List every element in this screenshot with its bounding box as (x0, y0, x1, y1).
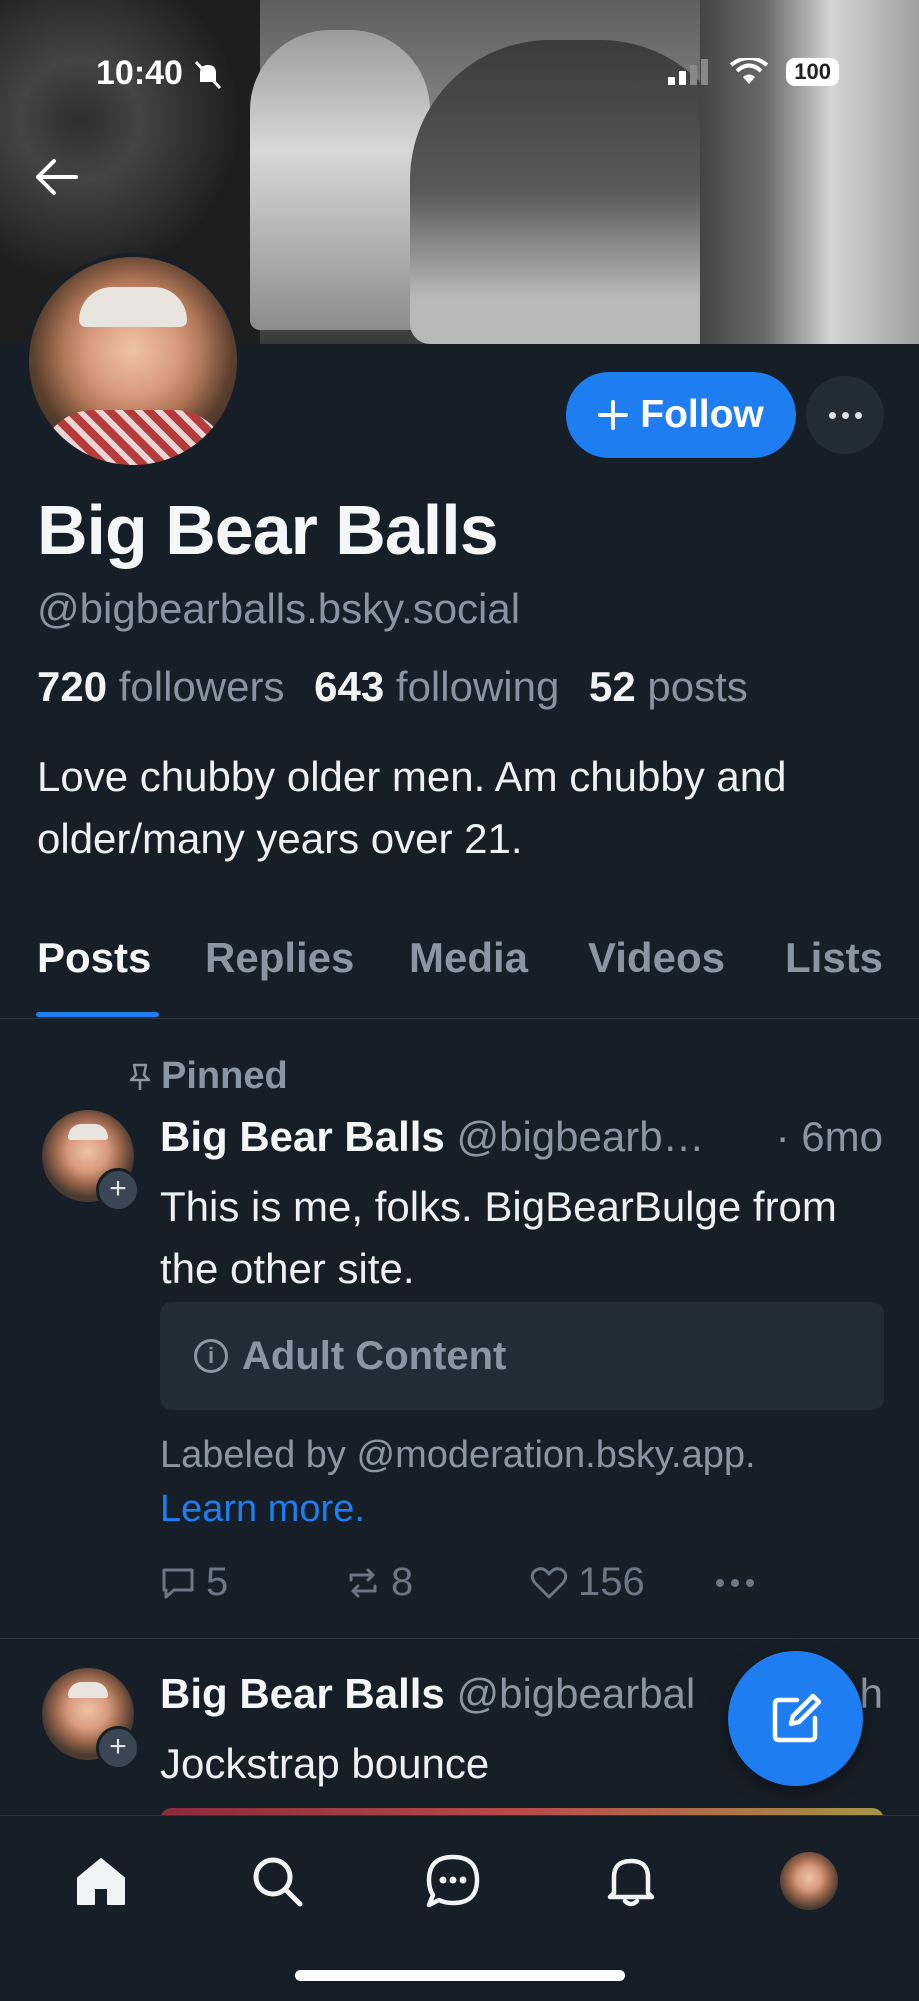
ellipsis-icon (716, 1578, 754, 1587)
content-warning-label: Adult Content (242, 1333, 507, 1378)
home-indicator[interactable] (295, 1970, 625, 1981)
ellipsis-icon (828, 411, 836, 419)
reply-button[interactable]: 5 (160, 1560, 345, 1605)
profile-stats: 720 followers 643 following 52 posts (37, 663, 748, 711)
post-timestamp[interactable]: · 6mo (776, 1113, 883, 1161)
plus-icon (598, 400, 629, 430)
repost-button[interactable]: 8 (345, 1560, 530, 1605)
follow-plus-badge[interactable]: + (96, 1726, 140, 1770)
profile-avatar (780, 1852, 838, 1910)
arrow-left-icon[interactable] (30, 150, 84, 204)
speech-bubble-icon (162, 1568, 194, 1598)
post-more-button[interactable] (715, 1578, 755, 1588)
status-time: 10:40 (96, 54, 224, 93)
tab-replies[interactable]: Replies (205, 934, 354, 982)
heart-icon (530, 1566, 568, 1598)
banner-person-right (700, 0, 919, 344)
profile-bio: Love chubby older men. Am chubby and old… (37, 753, 787, 862)
nav-profile[interactable] (774, 1846, 844, 1916)
post-header: Big Bear Balls @bigbearbal (160, 1670, 695, 1718)
profile-handle: @bigbearballs.bsky.social (37, 585, 521, 632)
tab-videos[interactable]: Videos (588, 934, 725, 982)
active-tab-indicator (36, 1012, 159, 1017)
compose-icon (772, 1693, 821, 1742)
banner-person-left (250, 30, 430, 330)
profile-avatar[interactable] (25, 253, 241, 469)
silent-bell-icon (195, 60, 222, 90)
nav-notifications[interactable] (596, 1846, 666, 1916)
battery-indicator: 100 (786, 58, 839, 86)
post-timestamp[interactable]: h (860, 1670, 883, 1718)
home-icon (77, 1858, 125, 1905)
like-button[interactable]: 156 (530, 1560, 715, 1605)
content-warning-button[interactable]: i Adult Content (160, 1302, 884, 1410)
chat-icon (426, 1854, 480, 1908)
post-actions: 5 8 156 (160, 1560, 755, 1605)
tab-posts[interactable]: Posts (37, 934, 151, 982)
post-author-name[interactable]: Big Bear Balls (160, 1113, 445, 1160)
learn-more-link[interactable]: Learn more. (160, 1488, 365, 1530)
nav-search[interactable] (242, 1846, 312, 1916)
more-options-button[interactable] (806, 376, 884, 454)
tab-media[interactable]: Media (409, 934, 528, 982)
nav-home[interactable] (66, 1846, 136, 1916)
info-icon: i (194, 1339, 228, 1373)
tab-lists[interactable]: Lists (785, 934, 883, 982)
compose-button[interactable] (728, 1651, 863, 1786)
following-link[interactable]: 643 following (314, 663, 559, 710)
post-author-handle[interactable]: @bigbearb… (456, 1113, 704, 1160)
pin-icon (129, 1063, 151, 1090)
follow-plus-badge[interactable]: + (96, 1168, 140, 1212)
post-header: Big Bear Balls @bigbearb… (160, 1113, 705, 1161)
nav-chat[interactable] (418, 1846, 488, 1916)
posts-count: 52 posts (589, 663, 748, 710)
avatar-shirt (39, 410, 229, 465)
wifi-icon (730, 58, 769, 84)
avatar-hair (79, 287, 187, 327)
repost-icon (349, 1568, 377, 1597)
post-text: This is me, folks. BigBearBulge from the… (160, 1183, 837, 1292)
profile-tabs: Posts Replies Media Videos Lists (0, 930, 919, 1019)
search-icon (253, 1857, 303, 1907)
pinned-label: Pinned (127, 1055, 288, 1098)
followers-link[interactable]: 720 followers (37, 663, 284, 710)
bell-icon (607, 1858, 655, 1907)
follow-button[interactable]: Follow (566, 372, 796, 458)
status-indicators: 100 (668, 58, 839, 86)
moderation-label: Labeled by @moderation.bsky.app. Learn m… (160, 1434, 756, 1530)
profile-display-name: Big Bear Balls (37, 491, 499, 569)
post-author-name[interactable]: Big Bear Balls (160, 1670, 445, 1717)
post-author-handle[interactable]: @bigbearbal (456, 1670, 695, 1717)
signal-icon (668, 59, 709, 85)
follow-label: Follow (640, 393, 764, 436)
